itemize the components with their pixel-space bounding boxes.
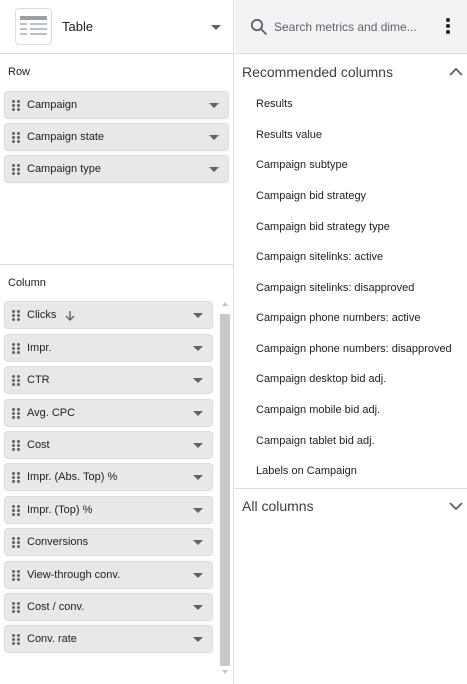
search-icon: [250, 18, 267, 35]
column-chip-conv-rate[interactable]: Conv. rate: [4, 625, 213, 653]
scroll-down-arrow-icon[interactable]: [222, 670, 228, 674]
column-chip-clicks[interactable]: Clicks: [4, 301, 213, 329]
recommended-columns-title: Recommended columns: [242, 64, 393, 80]
chevron-down-icon[interactable]: [193, 539, 203, 545]
chevron-down-icon[interactable]: [193, 377, 203, 383]
chevron-down-icon: [211, 25, 221, 30]
chevron-down-icon[interactable]: [193, 345, 203, 351]
drag-handle-icon[interactable]: [12, 342, 20, 354]
chip-label: Avg. CPC: [27, 407, 76, 419]
all-columns-header[interactable]: All columns: [242, 494, 467, 518]
metric-item[interactable]: Campaign subtype: [256, 159, 348, 171]
drag-handle-icon[interactable]: [12, 163, 20, 175]
chip-label: View-through conv.: [27, 569, 121, 581]
chip-label: Clicks: [27, 309, 193, 321]
search-bar: [235, 0, 467, 54]
column-chip-impr-abs-top[interactable]: Impr. (Abs. Top) %: [4, 463, 213, 491]
report-config-panel: Table Row Campaign Campaign state Campai…: [0, 0, 234, 684]
drag-handle-icon[interactable]: [12, 601, 20, 613]
metric-item[interactable]: Campaign desktop bid adj.: [256, 373, 386, 385]
chevron-down-icon[interactable]: [193, 572, 203, 578]
metrics-browser-panel: Recommended columns Results Results valu…: [235, 0, 467, 684]
drag-handle-icon[interactable]: [12, 471, 20, 483]
chip-label-text: Clicks: [27, 309, 57, 321]
chip-label: Cost: [27, 439, 50, 451]
column-chip-impr[interactable]: Impr.: [4, 334, 213, 362]
chevron-down-icon[interactable]: [209, 134, 219, 140]
chip-label: CTR: [27, 374, 50, 386]
column-chip-view-through-conv[interactable]: View-through conv.: [4, 561, 213, 589]
row-section-title: Row: [8, 66, 31, 78]
column-chip-avg-cpc[interactable]: Avg. CPC: [4, 399, 213, 427]
section-divider: [235, 488, 467, 489]
drag-handle-icon[interactable]: [12, 374, 20, 386]
chevron-down-icon[interactable]: [193, 636, 203, 642]
metric-item[interactable]: Campaign sitelinks: active: [256, 251, 383, 263]
drag-handle-icon[interactable]: [12, 504, 20, 516]
metric-item[interactable]: Campaign phone numbers: disapproved: [256, 343, 452, 355]
drag-handle-icon[interactable]: [12, 309, 20, 321]
column-section-title: Column: [8, 277, 46, 289]
chevron-up-icon[interactable]: [448, 64, 464, 80]
metric-item[interactable]: Results value: [256, 129, 322, 141]
drag-handle-icon[interactable]: [12, 407, 20, 419]
all-columns-title: All columns: [242, 498, 314, 514]
chip-label: Impr.: [27, 342, 52, 354]
drag-handle-icon[interactable]: [12, 633, 20, 645]
drag-handle-icon[interactable]: [12, 99, 20, 111]
column-list-scrollbar[interactable]: [219, 302, 231, 674]
arrow-down-icon[interactable]: [65, 310, 75, 321]
chevron-down-icon[interactable]: [193, 442, 203, 448]
recommended-columns-header[interactable]: Recommended columns: [242, 60, 467, 84]
column-chip-ctr[interactable]: CTR: [4, 366, 213, 394]
metric-item[interactable]: Campaign bid strategy: [256, 190, 366, 202]
search-input[interactable]: [274, 19, 419, 34]
visualization-selector[interactable]: Table: [0, 0, 233, 54]
metric-item[interactable]: Labels on Campaign: [256, 465, 357, 477]
column-chip-impr-top[interactable]: Impr. (Top) %: [4, 496, 213, 524]
chip-label: Campaign: [27, 99, 78, 111]
chip-label: Impr. (Abs. Top) %: [27, 471, 118, 483]
scrollbar-thumb[interactable]: [220, 314, 230, 666]
column-chip-cost[interactable]: Cost: [4, 431, 213, 459]
metric-item[interactable]: Results: [256, 98, 293, 110]
metric-item[interactable]: Campaign tablet bid adj.: [256, 435, 375, 447]
chip-label: Cost / conv.: [27, 601, 85, 613]
row-chip-campaign-state[interactable]: Campaign state: [4, 123, 229, 151]
chevron-down-icon[interactable]: [193, 507, 203, 513]
chevron-down-icon[interactable]: [448, 498, 464, 514]
chevron-down-icon[interactable]: [209, 166, 219, 172]
column-chip-cost-per-conv[interactable]: Cost / conv.: [4, 593, 213, 621]
drag-handle-icon[interactable]: [12, 439, 20, 451]
chip-label: Conversions: [27, 536, 89, 548]
table-chart-icon: [15, 8, 52, 45]
chevron-down-icon[interactable]: [209, 102, 219, 108]
drag-handle-icon[interactable]: [12, 131, 20, 143]
chevron-down-icon[interactable]: [193, 474, 203, 480]
scroll-up-arrow-icon[interactable]: [222, 302, 228, 306]
chevron-down-icon[interactable]: [193, 312, 203, 318]
metric-item[interactable]: Campaign phone numbers: active: [256, 312, 420, 324]
metric-item[interactable]: Campaign mobile bid adj.: [256, 404, 380, 416]
row-chip-campaign-type[interactable]: Campaign type: [4, 155, 229, 183]
chip-label: Campaign type: [27, 163, 101, 175]
more-vert-icon[interactable]: [446, 18, 450, 34]
drag-handle-icon[interactable]: [12, 536, 20, 548]
chip-label: Campaign state: [27, 131, 105, 143]
chevron-down-icon[interactable]: [193, 604, 203, 610]
visualization-label: Table: [62, 19, 94, 34]
chevron-down-icon[interactable]: [193, 410, 203, 416]
column-chip-conversions[interactable]: Conversions: [4, 528, 213, 556]
metric-item[interactable]: Campaign bid strategy type: [256, 221, 390, 233]
metric-item[interactable]: Campaign sitelinks: disapproved: [256, 282, 414, 294]
chip-label: Conv. rate: [27, 633, 77, 645]
section-divider: [0, 264, 234, 265]
chip-label: Impr. (Top) %: [27, 504, 93, 516]
row-chip-campaign[interactable]: Campaign: [4, 91, 229, 119]
drag-handle-icon[interactable]: [12, 569, 20, 581]
